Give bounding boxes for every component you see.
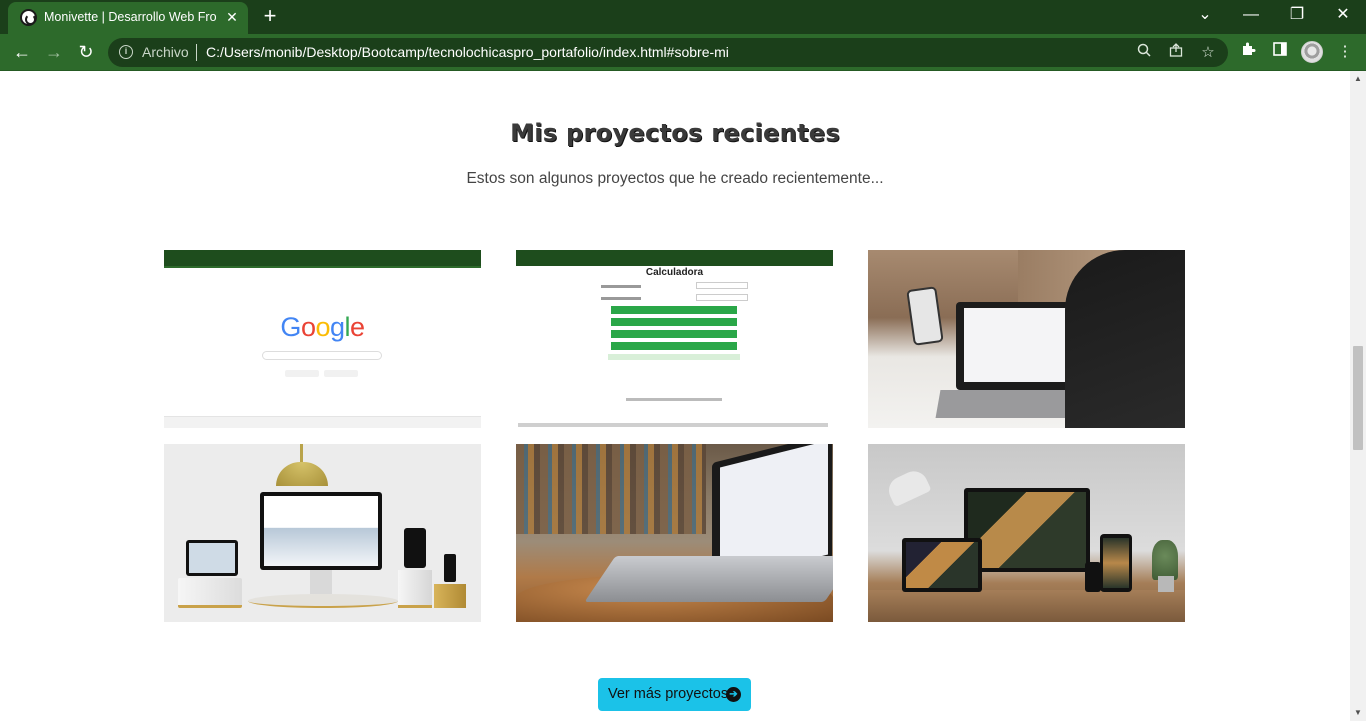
screenshot-scrollbar — [518, 423, 828, 427]
mockup-plant — [1152, 540, 1178, 580]
mockup-pedestal — [434, 584, 466, 608]
mockup-laptop-screen — [906, 542, 978, 588]
see-more-projects-label: Ver más proyectos — [608, 686, 729, 702]
menu-icon[interactable]: ⋮ — [1332, 39, 1358, 65]
page-content: Mis proyectos recientes Estos son alguno… — [0, 71, 1350, 721]
tab-close-icon[interactable]: ✕ — [222, 7, 242, 27]
calculator-button — [611, 330, 737, 338]
photo-phone — [906, 286, 944, 346]
mockup-tablet-screen — [189, 543, 235, 573]
minimize-button[interactable]: — — [1228, 0, 1274, 32]
screenshot-browser-bar — [516, 250, 833, 266]
google-lucky-button — [324, 370, 358, 377]
calculator-credit — [626, 398, 722, 401]
photo-bookshelf — [516, 444, 706, 534]
project-card-photo-laptop-phone[interactable] — [868, 250, 1185, 428]
screenshot-browser-bar — [164, 250, 481, 266]
project-card-google-clone[interactable]: Google — [164, 250, 481, 428]
scroll-down-arrow-icon[interactable]: ▼ — [1350, 707, 1366, 719]
calculator-button — [611, 342, 737, 350]
address-bar[interactable]: i Archivo C:/Users/monib/Desktop/Bootcam… — [108, 38, 1228, 67]
screenshot-address-bar — [164, 266, 481, 268]
google-logo: Google — [280, 312, 365, 342]
calculator-field — [696, 282, 748, 289]
url-text[interactable]: C:/Users/monib/Desktop/Bootcamp/tecnoloc… — [206, 44, 729, 60]
mockup-phone — [444, 554, 456, 582]
close-window-button[interactable]: ✕ — [1320, 0, 1366, 32]
mockup-pedestal — [178, 578, 242, 608]
calculator-result — [608, 354, 740, 360]
see-more-projects-button[interactable]: Ver más proyectos ➔ — [598, 678, 751, 711]
calculator-field — [696, 294, 748, 301]
mockup-plant-pot — [1158, 576, 1174, 592]
calculator-label — [601, 285, 641, 288]
new-tab-button[interactable]: + — [258, 5, 282, 29]
restore-button[interactable]: ❐ — [1274, 0, 1320, 32]
photo-laptop-body — [584, 556, 833, 602]
calculator-button — [611, 306, 737, 314]
reload-button[interactable]: ↻ — [72, 38, 100, 66]
mockup-desk — [868, 590, 1185, 622]
mockup-base — [248, 594, 398, 608]
side-panel-icon[interactable] — [1267, 39, 1293, 65]
mockup-monitor-screen — [968, 492, 1086, 568]
share-icon[interactable] — [1164, 41, 1188, 65]
info-icon[interactable]: i — [119, 45, 133, 59]
extensions-icon[interactable] — [1235, 39, 1261, 65]
mockup-phone — [404, 528, 426, 568]
back-button[interactable]: ← — [8, 38, 36, 66]
scheme-label: Archivo — [142, 44, 189, 60]
mockup-pedestal — [398, 570, 432, 608]
project-card-calculator[interactable]: Calculadora — [516, 250, 833, 428]
profile-avatar[interactable] — [1301, 41, 1323, 63]
section-title: Mis proyectos recientes — [510, 119, 840, 147]
mockup-lamp-shade — [276, 462, 328, 486]
active-tab[interactable]: Monivette | Desarrollo Web Front ✕ — [8, 2, 248, 34]
project-card-responsive-mockup[interactable] — [164, 444, 481, 622]
project-card-architect-responsive[interactable] — [868, 444, 1185, 622]
mockup-phone — [1085, 562, 1101, 592]
mockup-tablet-screen — [1103, 538, 1129, 588]
mockup-desk-lamp — [884, 466, 932, 508]
google-search-box — [262, 351, 382, 360]
calculator-title: Calculadora — [645, 267, 704, 278]
mockup-stand — [310, 570, 332, 594]
page-scrollbar[interactable]: ▲ ▼ — [1350, 71, 1366, 721]
scroll-up-arrow-icon[interactable]: ▲ — [1350, 73, 1366, 85]
forward-button[interactable]: → — [40, 38, 68, 66]
site-favicon-icon — [20, 9, 37, 26]
arrow-circle-icon: ➔ — [726, 687, 741, 702]
photo-person — [1065, 250, 1185, 428]
browser-toolbar: ← → ↻ i Archivo C:/Users/monib/Desktop/B… — [0, 34, 1366, 71]
section-subtitle: Estos son algunos proyectos que he cread… — [466, 170, 884, 187]
calculator-button — [611, 318, 737, 326]
google-search-button — [285, 370, 319, 377]
tab-title: Monivette | Desarrollo Web Front — [44, 10, 216, 24]
zoom-icon[interactable] — [1132, 41, 1156, 65]
mockup-monitor-screen — [264, 496, 378, 566]
calculator-label — [601, 297, 641, 300]
scroll-thumb[interactable] — [1353, 346, 1363, 450]
address-separator — [196, 44, 197, 61]
tab-search-icon[interactable]: ⌄ — [1182, 0, 1228, 32]
tab-strip: Monivette | Desarrollo Web Front ✕ + ⌄ —… — [0, 0, 1366, 34]
photo-laptop-screen — [964, 308, 1080, 382]
google-footer — [164, 416, 481, 428]
project-card-laptop-table[interactable] — [516, 444, 833, 622]
star-icon[interactable]: ☆ — [1196, 41, 1220, 65]
